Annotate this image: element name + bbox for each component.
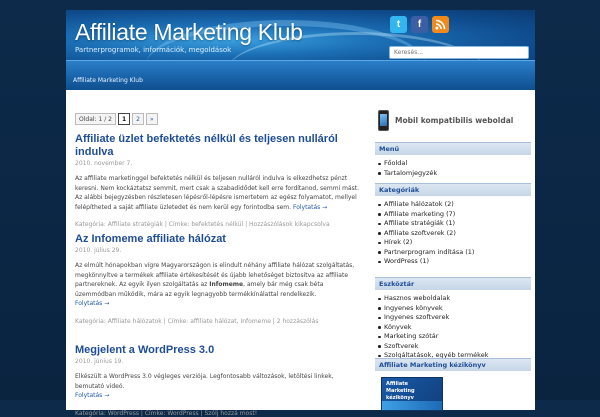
post-title[interactable]: Az Infomeme affiliate hálózat [75, 233, 226, 245]
post-tags-link[interactable]: Címke: affiliate hálózat, Infomeme [168, 318, 271, 325]
tools-item[interactable]: Könyvek [378, 323, 531, 333]
page-current: 1 [117, 113, 131, 125]
widget-title: Eszköztár [375, 277, 531, 290]
tools-item[interactable]: Marketing szótár [378, 332, 531, 342]
content-area: Oldal: 1 / 2 1 2 » Affiliate üzlet befek… [66, 90, 535, 417]
post-comments-link[interactable]: 2 hozzászólás [277, 318, 319, 325]
page-next[interactable]: » [145, 113, 158, 125]
post-comments-link[interactable]: Szólj hozzá most! [204, 410, 257, 417]
menu-item-contents[interactable]: Tartalomjegyzék [378, 169, 531, 179]
pagination: Oldal: 1 / 2 1 2 » [75, 113, 158, 125]
search-input[interactable] [390, 47, 528, 58]
ebook-cover-image[interactable]: Affiliate Marketing kézikönyv [381, 377, 443, 411]
post-date: 2010. november 7. [75, 160, 133, 167]
tools-item[interactable]: Ingyenes könyvek [378, 304, 531, 314]
ebook-widget: Affiliate Marketing kézikönyv Affiliate … [375, 358, 531, 411]
mobile-label: Mobil kompatibilis weboldal [395, 116, 514, 125]
phone-icon [378, 110, 389, 131]
post: Az Infomeme affiliate hálózat 2010. júli… [75, 233, 362, 325]
category-item[interactable]: Affiliate szoftverek (2) [378, 229, 531, 239]
page: Affiliate Marketing Klub Partnerprogramo… [66, 10, 535, 417]
site-title[interactable]: Affiliate Marketing Klub [75, 19, 303, 46]
post: Affiliate üzlet befektetés nélkül és tel… [75, 133, 362, 228]
read-more-link[interactable]: Folytatás → [75, 300, 109, 307]
post-tags-link[interactable]: Címke: WordPress [145, 410, 199, 417]
widget-title: Affiliate Marketing kézikönyv [375, 358, 531, 371]
category-list: Affiliate hálózatok (2) Affiliate market… [375, 196, 531, 267]
post-excerpt: Az affiliate marketinggel befektetés nél… [75, 174, 362, 212]
widget-title: Kategóriák [375, 183, 531, 196]
site-header: Affiliate Marketing Klub Partnerprogramo… [66, 10, 535, 60]
categories-widget: Kategóriák Affiliate hálózatok (2) Affil… [375, 183, 531, 267]
post-tags-link[interactable]: Címke: befektetés nélkül [169, 221, 243, 228]
site-tagline: Partnerprogramok, információk, megoldáso… [75, 46, 232, 54]
widget-title: Menü [375, 142, 531, 155]
category-item[interactable]: Partnerprogram indítása (1) [378, 248, 531, 258]
mobile-compatible-badge: Mobil kompatibilis weboldal [378, 110, 513, 131]
nav-item-home[interactable]: Affiliate Marketing Klub [73, 77, 143, 84]
rss-icon[interactable] [432, 16, 449, 33]
facebook-icon[interactable]: f [411, 16, 428, 33]
post-meta: Kategória: WordPress | Címke: WordPress … [75, 409, 258, 417]
page-link-2[interactable]: 2 [132, 113, 144, 125]
ebook-cover-text: Affiliate Marketing kézikönyv [386, 381, 415, 401]
post-title[interactable]: Megjelent a WordPress 3.0 [75, 344, 214, 356]
menu-item-home[interactable]: Főoldal [378, 159, 531, 169]
tools-list: Hasznos weboldalak Ingyenes könyvek Ingy… [375, 290, 531, 361]
tools-item[interactable]: Szoftverek [378, 342, 531, 352]
category-item[interactable]: Affiliate hálózatok (2) [378, 200, 531, 210]
post-date: 2010. június 19. [75, 358, 124, 365]
post-excerpt-text: Elkészült a WordPress 3.0 végleges verzi… [75, 373, 334, 390]
post-excerpt-bold: Infomeme [209, 281, 244, 288]
post: Megjelent a WordPress 3.0 2010. június 1… [75, 344, 362, 417]
read-more-link[interactable]: Folytatás → [293, 204, 327, 211]
menu-widget: Menü Főoldal Tartalomjegyzék [375, 142, 531, 178]
search-box [389, 46, 529, 59]
twitter-icon[interactable]: t [390, 16, 407, 33]
tools-item[interactable]: Ingyenes szoftverek [378, 313, 531, 323]
category-item[interactable]: Affiliate stratégiák (1) [378, 219, 531, 229]
page-count-label: Oldal: 1 / 2 [75, 113, 116, 125]
post-meta: Kategória: Affiliate hálózatok | Címke: … [75, 317, 319, 325]
post-category-link[interactable]: Kategória: Affiliate stratégiák [75, 221, 163, 228]
tools-item[interactable]: Hasznos weboldalak [378, 294, 531, 304]
post-meta: Kategória: Affiliate stratégiák | Címke:… [75, 221, 330, 228]
read-more-link[interactable]: Folytatás → [75, 392, 109, 399]
menu-list: Főoldal Tartalomjegyzék [375, 155, 531, 178]
tools-widget: Eszköztár Hasznos weboldalak Ingyenes kö… [375, 277, 531, 361]
post-comments: Hozzászólások kikapcsolva [249, 221, 330, 228]
category-item[interactable]: WordPress (1) [378, 257, 531, 267]
post-title[interactable]: Affiliate üzlet befektetés nélkül és tel… [75, 133, 338, 158]
social-links: t f [390, 16, 449, 33]
rss-icon-graphic [435, 19, 446, 30]
main-nav: Affiliate Marketing Klub [66, 60, 535, 90]
ebook-cover-band [382, 401, 442, 410]
category-item[interactable]: Affiliate marketing (7) [378, 210, 531, 220]
category-item[interactable]: Hírek (2) [378, 238, 531, 248]
post-date: 2010. július 29. [75, 247, 122, 254]
post-excerpt: Elkészült a WordPress 3.0 végleges verzi… [75, 372, 362, 401]
post-category-link[interactable]: Kategória: WordPress [75, 410, 139, 417]
post-category-link[interactable]: Kategória: Affiliate hálózatok [75, 318, 162, 325]
post-excerpt: Az elmúlt hónapokban vígre Magyarországo… [75, 261, 362, 309]
